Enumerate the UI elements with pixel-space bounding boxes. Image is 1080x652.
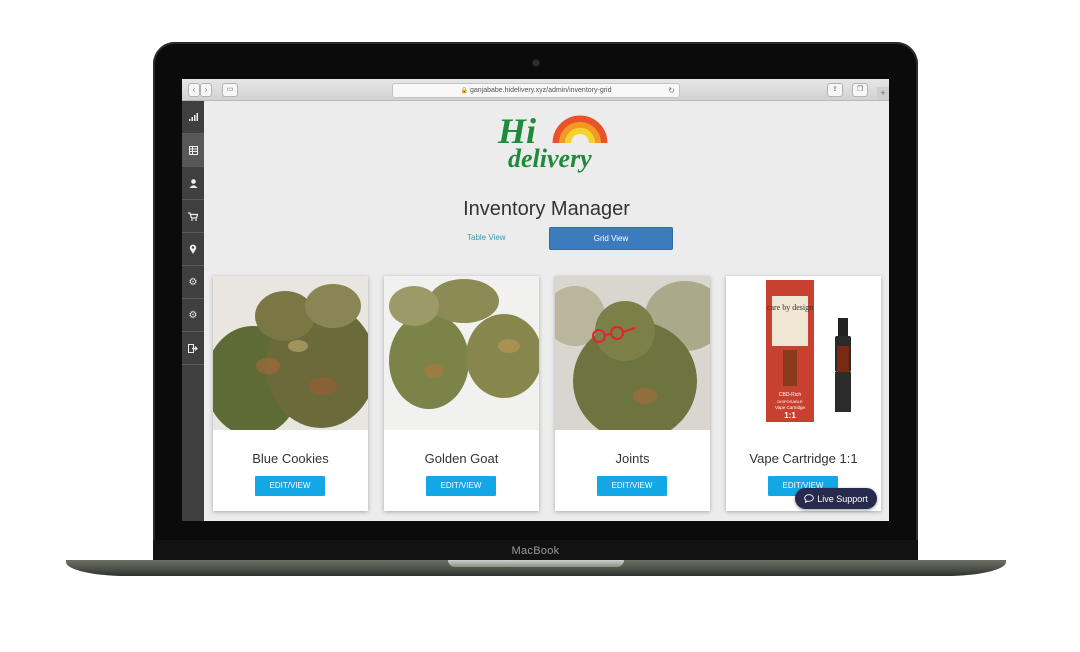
vape-brand-text: care by design xyxy=(767,303,813,312)
product-name: Joints xyxy=(615,451,650,466)
chat-bubble-icon xyxy=(804,494,814,503)
camera-icon xyxy=(533,60,539,66)
user-icon[interactable] xyxy=(182,167,204,200)
url-text: ganjababe.hidelivery.xyz/admin/inventory… xyxy=(469,87,612,94)
product-name: Vape Cartridge 1:1 xyxy=(749,451,858,466)
edit-view-button[interactable]: EDIT/VIEW xyxy=(255,476,325,496)
reload-icon[interactable]: ↻ xyxy=(668,84,675,97)
lock-icon: 🔒 xyxy=(460,88,468,94)
live-support-button[interactable]: Live Support xyxy=(795,488,877,509)
product-card: care by design CBD-Rich DISPOSABLE Vape … xyxy=(726,276,881,511)
address-bar[interactable]: 🔒 ganjababe.hidelivery.xyz/admin/inventor… xyxy=(392,83,680,98)
settings-alt-icon[interactable]: ⚙ xyxy=(182,299,204,332)
browser-toolbar: ‹ › ▭ 🔒 ganjababe.hidelivery.xyz/admin/in… xyxy=(182,79,889,101)
logo-delivery-text: delivery xyxy=(508,144,592,173)
vape-ratio-text: 1:1 xyxy=(784,411,796,420)
product-name: Blue Cookies xyxy=(252,451,329,466)
product-image: care by design CBD-Rich DISPOSABLE Vape … xyxy=(726,276,881,430)
product-card: Blue Cookies EDIT/VIEW xyxy=(213,276,368,511)
live-support-label: Live Support xyxy=(817,493,868,504)
product-image xyxy=(384,276,539,430)
page-title: Inventory Manager xyxy=(463,198,630,220)
location-icon[interactable] xyxy=(182,233,204,266)
stats-icon[interactable] xyxy=(182,101,204,134)
forward-icon[interactable]: › xyxy=(200,83,212,97)
product-name: Golden Goat xyxy=(424,451,499,466)
admin-sidebar: ⚙ ⚙ xyxy=(182,101,204,521)
main-content: Hi delivery Inventory Manager Table View… xyxy=(204,101,889,521)
share-icon[interactable]: ⇪ xyxy=(827,83,843,97)
edit-view-button[interactable]: EDIT/VIEW xyxy=(597,476,667,496)
vape-line2-text: DISPOSABLE xyxy=(777,399,803,404)
vape-line1-text: CBD-Rich xyxy=(779,392,801,398)
cart-icon[interactable] xyxy=(182,200,204,233)
table-view-link[interactable]: Table View xyxy=(467,233,506,242)
edit-view-button[interactable]: EDIT/VIEW xyxy=(426,476,496,496)
product-card: Golden Goat EDIT/VIEW xyxy=(384,276,539,511)
inventory-icon[interactable] xyxy=(182,134,204,167)
product-image xyxy=(555,276,710,430)
tabs-icon[interactable]: ❐ xyxy=(852,83,868,97)
vape-line3-text: Vape Cartridge xyxy=(775,405,805,410)
hi-delivery-logo: Hi delivery xyxy=(497,111,608,173)
grid-view-button[interactable]: Grid View xyxy=(549,227,673,250)
product-card: Joints EDIT/VIEW xyxy=(555,276,710,511)
laptop-notch xyxy=(448,560,624,567)
sidebar-toggle-icon[interactable]: ▭ xyxy=(222,83,238,97)
new-tab-icon[interactable]: + xyxy=(877,87,889,100)
product-image xyxy=(213,276,368,430)
settings-icon[interactable]: ⚙ xyxy=(182,266,204,299)
back-icon[interactable]: ‹ xyxy=(188,83,200,97)
laptop-screen: ‹ › ▭ 🔒 ganjababe.hidelivery.xyz/admin/in… xyxy=(182,79,889,521)
logout-icon[interactable] xyxy=(182,332,204,365)
